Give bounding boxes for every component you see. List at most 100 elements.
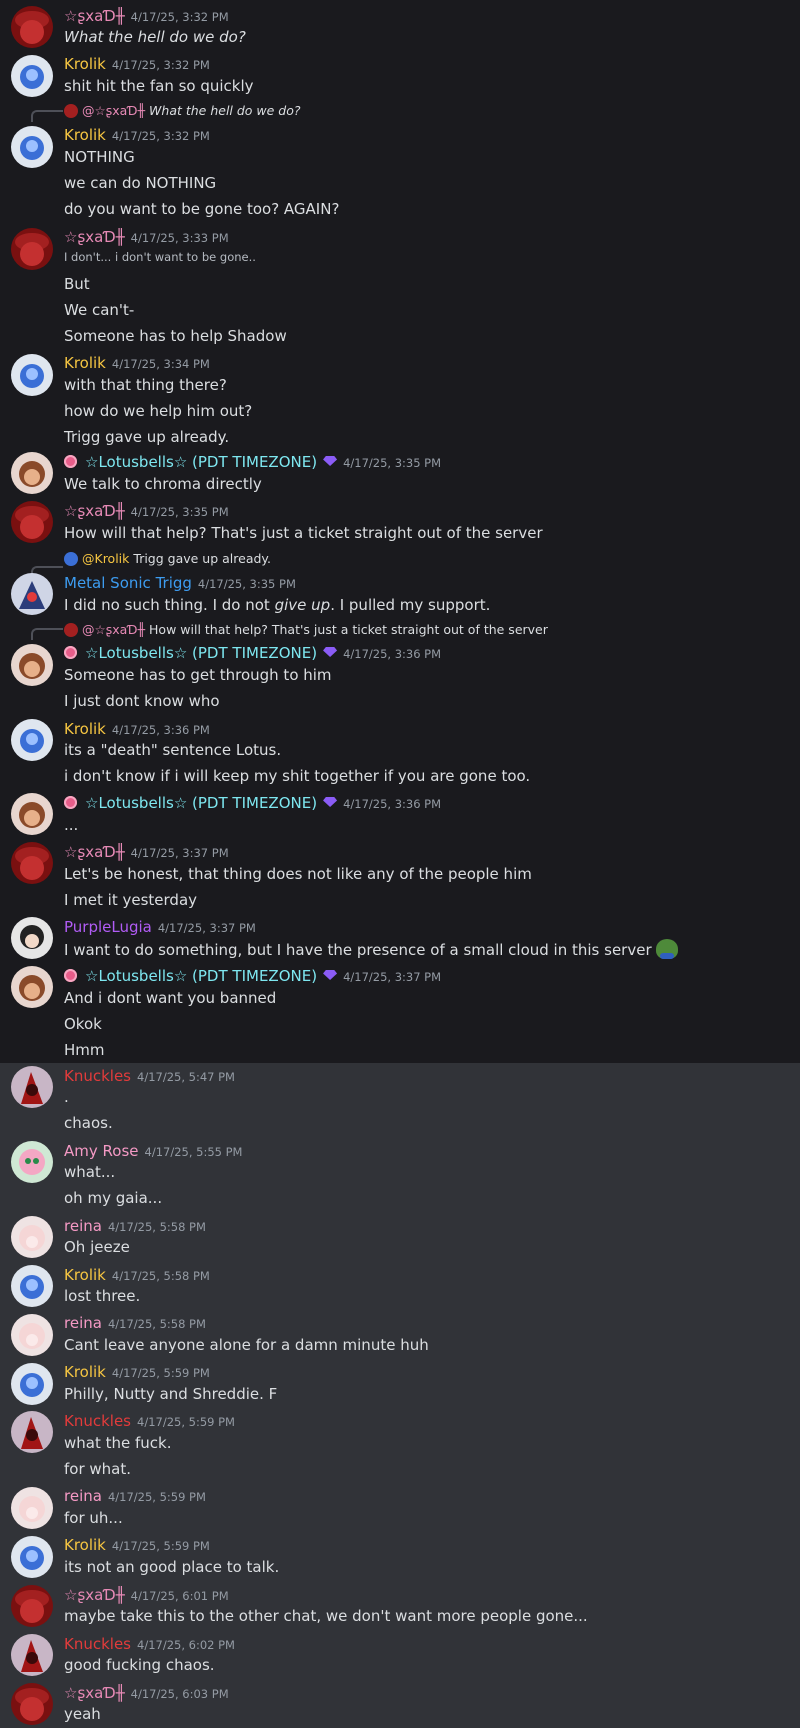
avatar[interactable]	[11, 719, 53, 761]
timestamp[interactable]: 4/17/25, 5:55 PM	[145, 1145, 243, 1159]
avatar[interactable]	[11, 1411, 53, 1453]
author-name[interactable]: ☆Lotusbells☆ (PDT TIMEZONE)	[85, 453, 317, 471]
author-name[interactable]: Krolik	[64, 126, 106, 144]
author-name[interactable]: ☆ʂxaƊ╫	[64, 843, 125, 861]
reply-preview[interactable]: @☆ʂxaƊ╫ What the hell do we do?	[64, 103, 301, 119]
reply-mention[interactable]: @Krolik	[82, 551, 129, 566]
author-name[interactable]: Krolik	[64, 1363, 106, 1381]
author-name[interactable]: ☆ʂxaƊ╫	[64, 7, 125, 25]
avatar[interactable]	[11, 1363, 53, 1405]
author-name[interactable]: reina	[64, 1314, 102, 1332]
author-name[interactable]: PurpleLugia	[64, 918, 152, 936]
timestamp[interactable]: 4/17/25, 3:35 PM	[131, 505, 229, 519]
avatar[interactable]	[11, 126, 53, 168]
message-text: i don't know if i will keep my shit toge…	[64, 767, 531, 785]
avatar[interactable]	[11, 1314, 53, 1356]
avatar[interactable]	[11, 1487, 53, 1529]
timestamp[interactable]: 4/17/25, 3:36 PM	[112, 723, 210, 737]
message-text: its not an good place to talk.	[64, 1558, 280, 1576]
author-name[interactable]: ☆ʂxaƊ╫	[64, 1586, 125, 1604]
avatar[interactable]	[11, 228, 53, 270]
timestamp[interactable]: 4/17/25, 3:32 PM	[112, 129, 210, 143]
timestamp[interactable]: 4/17/25, 5:47 PM	[137, 1070, 235, 1084]
avatar[interactable]	[11, 1634, 53, 1676]
author-name[interactable]: ☆Lotusbells☆ (PDT TIMEZONE)	[85, 794, 317, 812]
timestamp[interactable]: 4/17/25, 3:36 PM	[343, 647, 441, 661]
author-name[interactable]: Krolik	[64, 1266, 106, 1284]
author-name[interactable]: Krolik	[64, 1536, 106, 1554]
author-name[interactable]: reina	[64, 1487, 102, 1505]
avatar[interactable]	[11, 6, 53, 48]
timestamp[interactable]: 4/17/25, 5:59 PM	[112, 1366, 210, 1380]
gem-icon	[323, 456, 338, 466]
timestamp[interactable]: 4/17/25, 5:58 PM	[108, 1317, 206, 1331]
message-text: good fucking chaos.	[64, 1656, 215, 1674]
message-text: for uh...	[64, 1509, 123, 1527]
message-text: maybe take this to the other chat, we do…	[64, 1607, 588, 1625]
author-name[interactable]: ☆ʂxaƊ╫	[64, 228, 125, 246]
avatar[interactable]	[11, 1216, 53, 1258]
author-name[interactable]: reina	[64, 1217, 102, 1235]
timestamp[interactable]: 4/17/25, 5:59 PM	[112, 1539, 210, 1553]
avatar[interactable]	[11, 573, 53, 615]
timestamp[interactable]: 4/17/25, 5:59 PM	[108, 1490, 206, 1504]
pepe-emoji-icon	[655, 939, 678, 959]
avatar[interactable]	[11, 966, 53, 1008]
reply-mention[interactable]: @☆ʂxaƊ╫	[82, 622, 145, 637]
timestamp[interactable]: 4/17/25, 3:35 PM	[343, 456, 441, 470]
timestamp[interactable]: 4/17/25, 5:58 PM	[108, 1220, 206, 1234]
reply-preview[interactable]: @Krolik Trigg gave up already.	[64, 551, 271, 567]
message-text: shit hit the fan so quickly	[64, 77, 254, 95]
author-name[interactable]: Knuckles	[64, 1635, 131, 1653]
avatar[interactable]	[11, 644, 53, 686]
avatar[interactable]	[11, 842, 53, 884]
author-name[interactable]: Krolik	[64, 354, 106, 372]
message-text: yeah	[64, 1705, 101, 1723]
author-name[interactable]: ☆Lotusbells☆ (PDT TIMEZONE)	[85, 644, 317, 662]
author-name[interactable]: Krolik	[64, 720, 106, 738]
timestamp[interactable]: 4/17/25, 3:37 PM	[131, 846, 229, 860]
author-name[interactable]: ☆ʂxaƊ╫	[64, 1684, 125, 1702]
timestamp[interactable]: 4/17/25, 6:03 PM	[131, 1687, 229, 1701]
reply-avatar	[64, 552, 78, 566]
timestamp[interactable]: 4/17/25, 3:35 PM	[198, 577, 296, 591]
avatar[interactable]	[11, 501, 53, 543]
message-text-part: I did no such thing. I do not	[64, 596, 270, 614]
author-name[interactable]: Knuckles	[64, 1067, 131, 1085]
timestamp[interactable]: 4/17/25, 3:33 PM	[131, 231, 229, 245]
timestamp[interactable]: 4/17/25, 3:32 PM	[112, 58, 210, 72]
timestamp[interactable]: 4/17/25, 5:59 PM	[137, 1415, 235, 1429]
avatar[interactable]	[11, 1536, 53, 1578]
gem-icon	[323, 647, 338, 657]
message-text: how do we help him out?	[64, 402, 253, 420]
author-name[interactable]: Metal Sonic Trigg	[64, 574, 192, 592]
timestamp[interactable]: 4/17/25, 5:58 PM	[112, 1269, 210, 1283]
author-name[interactable]: ☆ʂxaƊ╫	[64, 502, 125, 520]
avatar[interactable]	[11, 55, 53, 97]
avatar[interactable]	[11, 1265, 53, 1307]
avatar[interactable]	[11, 1066, 53, 1108]
author-name[interactable]: Amy Rose	[64, 1142, 139, 1160]
author-name[interactable]: Knuckles	[64, 1412, 131, 1430]
avatar[interactable]	[11, 917, 53, 959]
timestamp[interactable]: 4/17/25, 6:01 PM	[131, 1589, 229, 1603]
avatar[interactable]	[11, 452, 53, 494]
avatar[interactable]	[11, 1141, 53, 1183]
reply-mention[interactable]: @☆ʂxaƊ╫	[82, 103, 145, 118]
message-text-part: I want to do something, but I have the p…	[64, 941, 652, 959]
avatar[interactable]	[11, 354, 53, 396]
timestamp[interactable]: 4/17/25, 3:37 PM	[158, 921, 256, 935]
avatar[interactable]	[11, 1683, 53, 1725]
reply-preview[interactable]: @☆ʂxaƊ╫ How will that help? That's just …	[64, 622, 548, 638]
message-text: I don't... i don't want to be gone..	[64, 250, 256, 264]
avatar[interactable]	[11, 793, 53, 835]
timestamp[interactable]: 4/17/25, 6:02 PM	[137, 1638, 235, 1652]
author-name[interactable]: Krolik	[64, 55, 106, 73]
timestamp[interactable]: 4/17/25, 3:36 PM	[343, 797, 441, 811]
reply-text: How will that help? That's just a ticket…	[149, 622, 548, 637]
timestamp[interactable]: 4/17/25, 3:37 PM	[343, 970, 441, 984]
timestamp[interactable]: 4/17/25, 3:32 PM	[131, 10, 229, 24]
author-name[interactable]: ☆Lotusbells☆ (PDT TIMEZONE)	[85, 967, 317, 985]
timestamp[interactable]: 4/17/25, 3:34 PM	[112, 357, 210, 371]
avatar[interactable]	[11, 1585, 53, 1627]
